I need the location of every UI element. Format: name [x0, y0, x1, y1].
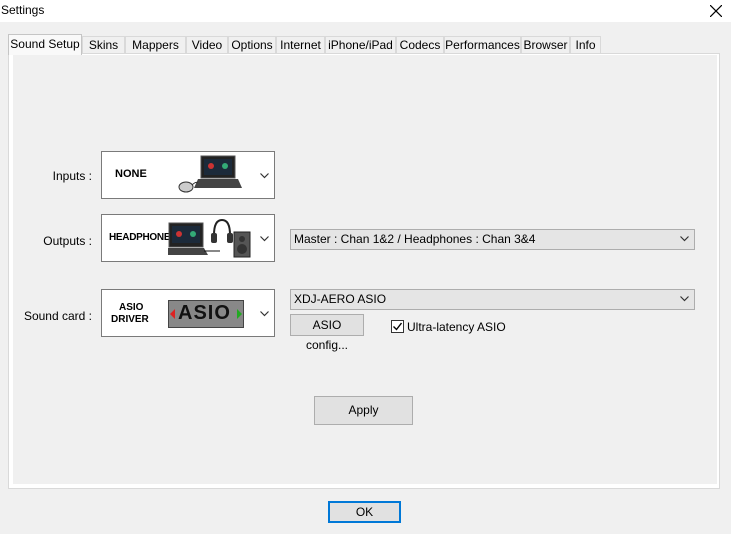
apply-button[interactable]: Apply [314, 396, 413, 425]
close-button[interactable] [701, 0, 731, 22]
tab-browser[interactable]: Browser [521, 36, 570, 53]
tab-codecs[interactable]: Codecs [396, 36, 444, 53]
ok-button[interactable]: OK [328, 501, 401, 523]
outputs-label: Outputs : [43, 234, 92, 248]
sound-card-label: Sound card : [23, 309, 92, 323]
outputs-routing-value: Master : Chan 1&2 / Headphones : Chan 3&… [294, 232, 536, 246]
ultra-latency-checkbox[interactable] [391, 320, 404, 333]
tab-sound-setup[interactable]: Sound Setup [8, 34, 82, 55]
asio-logo: ASIO [168, 300, 244, 328]
tab-iphone-ipad[interactable]: iPhone/iPad [325, 36, 396, 53]
title-bar: Settings [0, 0, 731, 22]
headphones-icon [211, 218, 233, 243]
chevron-down-icon [260, 173, 269, 179]
asio-logo-arrows [170, 309, 242, 319]
outputs-routing-select[interactable]: Master : Chan 1&2 / Headphones : Chan 3&… [290, 229, 695, 250]
chevron-down-icon [680, 236, 689, 242]
window-title: Settings [1, 3, 45, 17]
tab-performances[interactable]: Performances [444, 36, 521, 53]
inputs-label: Inputs : [52, 169, 92, 183]
sound-card-line1: ASIO [119, 302, 144, 313]
laptop-icon [178, 155, 242, 193]
inputs-select[interactable]: NONE [101, 151, 275, 199]
tab-mappers[interactable]: Mappers [125, 36, 186, 53]
checkmark-icon [393, 322, 402, 331]
sound-card-select[interactable]: ASIO DRIVER ASIO [101, 289, 275, 337]
chevron-down-icon [680, 296, 689, 302]
asio-config-button[interactable]: ASIO config... [290, 314, 364, 352]
chevron-down-icon [260, 311, 269, 317]
inputs-selected-value: NONE [115, 168, 147, 180]
tab-options[interactable]: Options [228, 36, 276, 53]
outputs-select[interactable]: HEADPHONES [101, 214, 275, 262]
outputs-selected-value: HEADPHONES [109, 232, 177, 243]
chevron-down-icon [260, 236, 269, 242]
sound-card-device-select[interactable]: XDJ-AERO ASIO [290, 289, 695, 310]
tab-info[interactable]: Info [570, 36, 601, 53]
sound-card-line2: DRIVER [111, 314, 149, 325]
tab-skins[interactable]: Skins [82, 36, 125, 53]
ultra-latency-label: Ultra-latency ASIO [407, 320, 506, 334]
sound-card-device-value: XDJ-AERO ASIO [294, 292, 387, 306]
tab-video[interactable]: Video [186, 36, 228, 53]
tab-internet[interactable]: Internet [276, 36, 325, 53]
speaker-icon [233, 231, 251, 258]
close-icon [710, 5, 722, 17]
